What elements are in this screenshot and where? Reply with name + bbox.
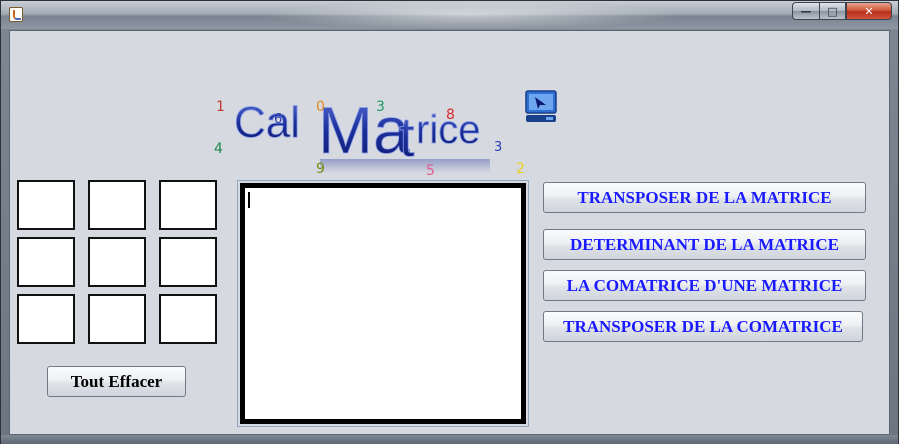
matrix-cell-1-2[interactable] [88, 180, 146, 230]
app-window: — □ ✕ Cal Ma t rice 1 4 6 0 3 9 5 8 3 2 … [0, 0, 899, 444]
computer-cursor-icon [525, 90, 557, 122]
logo-graphic: Cal Ma t rice 1 4 6 0 3 9 5 8 3 2 [214, 90, 557, 179]
logo-digit-8: 8 [446, 107, 455, 123]
transpose-comatrix-button[interactable]: TRANSPOSER DE LA COMATRICE [543, 311, 863, 342]
transpose-matrix-label: TRANSPOSER DE LA MATRICE [577, 187, 832, 207]
logo-digit-9: 9 [316, 161, 325, 177]
matrix-cell-3-1[interactable] [17, 294, 75, 344]
matrix-cell-2-3[interactable] [159, 237, 217, 287]
logo-digit-0: 0 [316, 99, 325, 115]
logo-word-ma: Ma [318, 93, 410, 167]
logo-digit-1: 1 [216, 99, 225, 115]
logo-word-t: t [399, 105, 415, 168]
java-app-icon[interactable] [9, 7, 23, 22]
logo-digit-3b: 3 [494, 140, 502, 155]
clear-all-button[interactable]: Tout Effacer [47, 366, 186, 397]
logo-digit-3: 3 [376, 99, 385, 115]
minimize-button[interactable]: — [792, 2, 819, 20]
transpose-matrix-button[interactable]: TRANSPOSER DE LA MATRICE [543, 182, 866, 213]
calmatrice-logo: Cal Ma t rice 1 4 6 0 3 9 5 8 3 2 [202, 61, 562, 181]
logo-digit-2: 2 [516, 161, 525, 177]
maximize-button[interactable]: □ [819, 2, 846, 20]
logo-digit-6: 6 [274, 112, 282, 127]
close-button[interactable]: ✕ [846, 2, 892, 20]
comatrix-label: LA COMATRICE D'UNE MATRICE [566, 275, 843, 295]
matrix-cell-3-2[interactable] [88, 294, 146, 344]
result-text-area[interactable] [240, 183, 526, 424]
matrix-cell-1-1[interactable] [17, 180, 75, 230]
matrix-cell-2-2[interactable] [88, 237, 146, 287]
matrix-cell-2-1[interactable] [17, 237, 75, 287]
comatrix-button[interactable]: LA COMATRICE D'UNE MATRICE [543, 270, 866, 301]
maximize-icon: □ [827, 4, 838, 18]
close-icon: ✕ [864, 4, 874, 18]
logo-digit-5: 5 [426, 163, 435, 179]
text-caret [248, 192, 250, 208]
main-panel: Cal Ma t rice 1 4 6 0 3 9 5 8 3 2 Tout E… [9, 30, 890, 435]
minimize-icon: — [800, 4, 812, 18]
matrix-cell-3-3[interactable] [159, 294, 217, 344]
transpose-comatrix-label: TRANSPOSER DE LA COMATRICE [563, 316, 843, 336]
clear-all-label: Tout Effacer [70, 371, 163, 391]
determinant-label: DETERMINANT DE LA MATRICE [569, 234, 840, 254]
logo-digit-4: 4 [214, 141, 223, 157]
title-bar[interactable]: — □ ✕ [1, 1, 898, 29]
window-bottom-border [1, 435, 898, 444]
determinant-button[interactable]: DETERMINANT DE LA MATRICE [543, 229, 866, 260]
result-frame [237, 180, 529, 427]
window-controls: — □ ✕ [792, 2, 892, 20]
matrix-cell-1-3[interactable] [159, 180, 217, 230]
logo-reflection [320, 159, 490, 173]
logo-word-cal: Cal [234, 98, 300, 147]
